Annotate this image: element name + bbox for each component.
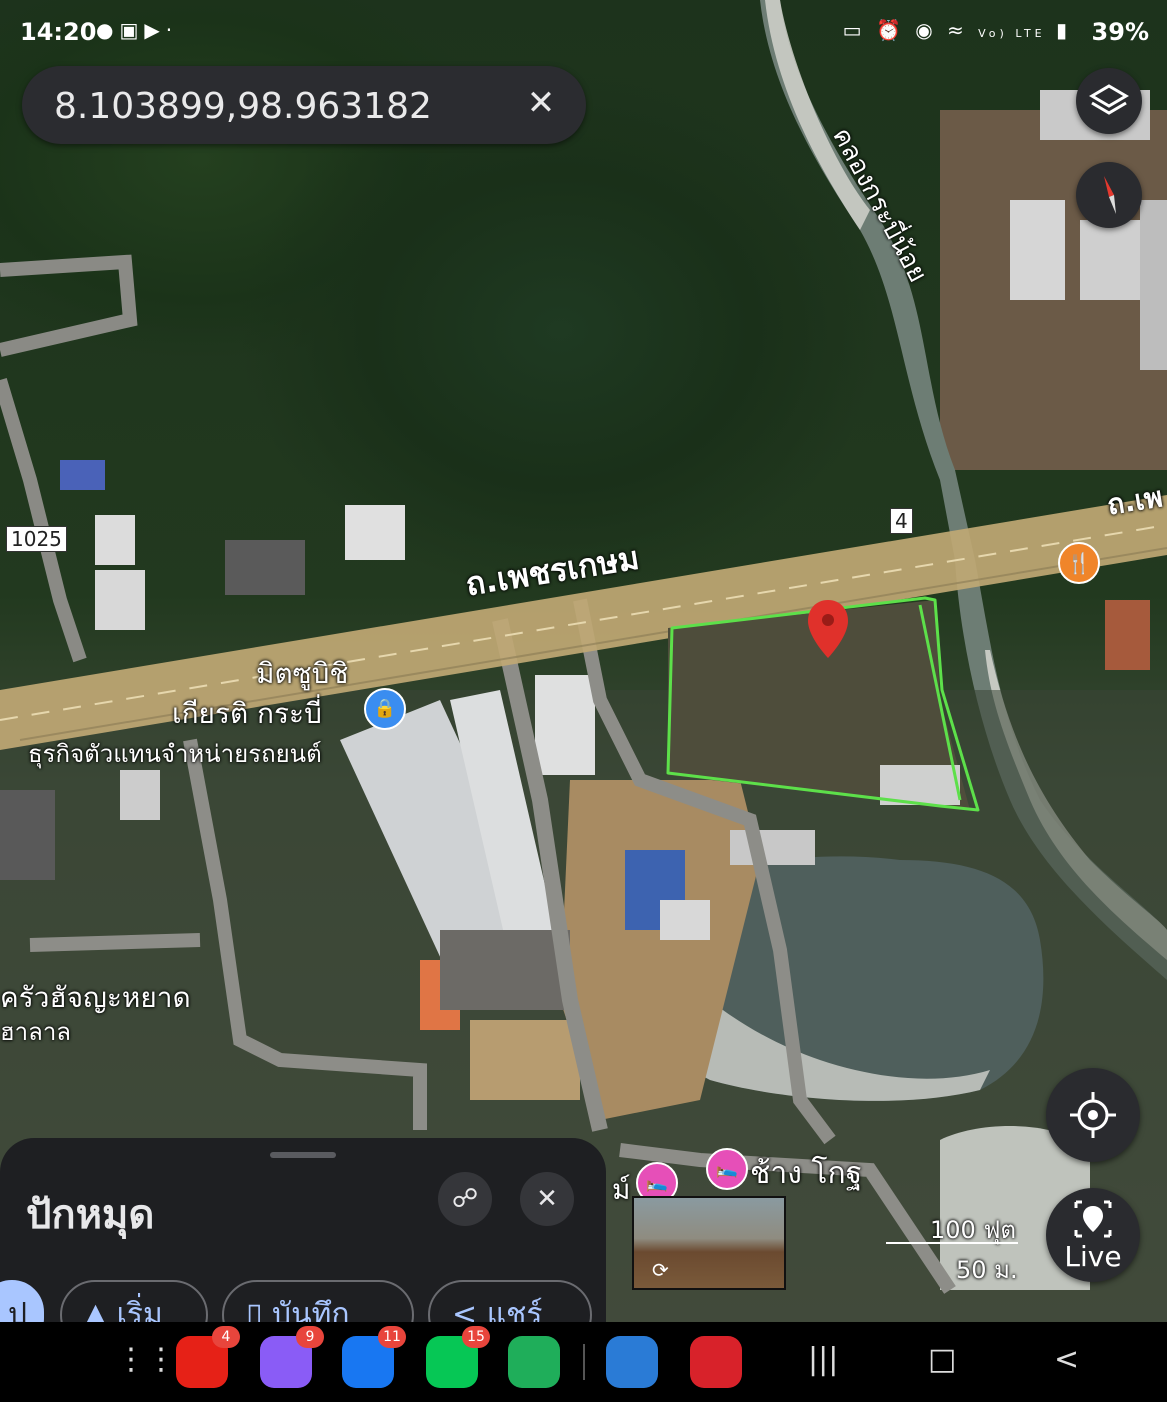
line-badge: 15 xyxy=(462,1326,490,1348)
building xyxy=(535,675,595,775)
road-label-phetkasem-right: ถ.เพ xyxy=(1104,480,1165,522)
building xyxy=(120,770,160,820)
signal-icon: ▮ xyxy=(1055,18,1071,42)
hotel-name-partial[interactable]: ม์ xyxy=(612,1168,630,1212)
close-sheet-button[interactable]: ✕ xyxy=(520,1172,574,1226)
street-view-thumbnail[interactable]: ⟳ xyxy=(632,1196,786,1290)
building xyxy=(95,515,135,565)
share-icon: < xyxy=(452,1297,487,1322)
local-road xyxy=(0,377,87,663)
local-road xyxy=(29,933,201,952)
share-label: แชร์ xyxy=(486,1297,543,1322)
crosshair-icon xyxy=(1070,1092,1116,1138)
notification-icons: ●▣▶· xyxy=(96,18,178,42)
building xyxy=(660,900,710,940)
map-scale: 100 ฟุต 50 ม. xyxy=(886,1210,1026,1284)
cloud-app-icon[interactable] xyxy=(690,1336,742,1388)
restaurant-icon[interactable]: 🍴 xyxy=(1058,542,1100,584)
parking xyxy=(440,930,570,1010)
youtube-icon: ▶ xyxy=(144,18,166,42)
dealer-name-line-1[interactable]: มิตซูบิชิ xyxy=(256,652,348,696)
building xyxy=(730,830,815,865)
building xyxy=(225,540,305,595)
back-icon[interactable]: < xyxy=(1054,1342,1079,1377)
weather-app-icon[interactable] xyxy=(606,1336,658,1388)
system-icons: ▭ ⏰ ◉ ≈ Vo) LTE ▮ xyxy=(843,18,1071,42)
share-chip[interactable]: < แชร์ xyxy=(428,1280,592,1322)
layers-icon xyxy=(1089,84,1129,115)
navigation-arrow-icon: ▲ xyxy=(84,1297,117,1322)
directions-chip[interactable]: ป xyxy=(0,1280,44,1322)
building xyxy=(345,505,405,560)
status-bar: 14:20 ●▣▶· ▭ ⏰ ◉ ≈ Vo) LTE ▮ 39% xyxy=(0,0,1167,64)
compass-icon xyxy=(1104,176,1116,214)
gallery-icon: ▣ xyxy=(119,18,145,42)
dirt-yard xyxy=(470,1020,580,1100)
live-pin-icon xyxy=(1074,1200,1112,1238)
start-chip[interactable]: ▲ เริ่ม xyxy=(60,1280,208,1322)
system-navigation-bar: ⋮⋮⋮ 4 9 11 15 ||| □ < xyxy=(0,1322,1167,1402)
building xyxy=(1140,200,1167,370)
youtube-badge: 4 xyxy=(212,1326,240,1348)
map-graphics xyxy=(0,0,1167,1322)
battery-level: 39% xyxy=(1091,18,1149,46)
volte-label: Vo) LTE xyxy=(978,27,1046,40)
route-shield-4: 4 xyxy=(890,508,913,534)
building xyxy=(1080,220,1140,300)
start-label: เริ่ม xyxy=(116,1297,163,1322)
layers-button[interactable] xyxy=(1076,68,1142,134)
share-icon-button[interactable]: ☍ xyxy=(438,1172,492,1226)
alarm-icon: ⏰ xyxy=(875,18,905,42)
battery-saver-icon: ▭ xyxy=(842,18,866,42)
scale-meters: 50 ม. xyxy=(956,1256,1018,1284)
search-query[interactable]: 8.103899,98.963182 xyxy=(54,86,432,127)
facebook-app-icon[interactable]: 11 xyxy=(342,1326,406,1388)
building xyxy=(95,570,145,630)
building-red xyxy=(1105,600,1150,670)
pin-marker[interactable] xyxy=(806,598,850,660)
route-shield-1025: 1025 xyxy=(6,526,67,552)
sheet-title: ปักหมุด xyxy=(26,1192,155,1238)
live-label: Live xyxy=(1064,1240,1122,1273)
location-icon: ◉ xyxy=(915,18,937,42)
drag-handle[interactable] xyxy=(270,1152,336,1158)
place-bottom-sheet[interactable]: ปักหมุด ☍ ✕ ป ▲ เริ่ม ▯ บันทึก < แชร์ xyxy=(0,1138,606,1322)
wifi-icon: ≈ xyxy=(947,18,968,42)
building xyxy=(1010,200,1065,300)
dot-icon: · xyxy=(165,18,179,42)
building xyxy=(0,790,55,880)
facebook-badge: 11 xyxy=(378,1326,406,1348)
clock: 14:20 xyxy=(20,18,97,46)
hotel-bed-icon[interactable]: 🛌 xyxy=(706,1148,748,1190)
rotate-360-icon: ⟳ xyxy=(652,1258,669,1282)
restaurant-subtitle: ฮาลาล xyxy=(0,1018,72,1046)
messenger-icon: ● xyxy=(96,18,120,42)
save-chip[interactable]: ▯ บันทึก xyxy=(222,1280,414,1322)
save-label: บันทึก xyxy=(272,1297,350,1322)
my-location-button[interactable] xyxy=(1046,1068,1140,1162)
shopping-bag-icon[interactable]: 🔒 xyxy=(364,688,406,730)
pin-icon xyxy=(808,600,848,658)
search-bar[interactable]: 8.103899,98.963182 ✕ xyxy=(22,66,586,144)
messenger-badge: 9 xyxy=(296,1326,324,1348)
close-icon[interactable]: ✕ xyxy=(518,80,564,126)
bookmark-icon: ▯ xyxy=(246,1297,273,1322)
building-blue xyxy=(60,460,105,490)
satellite-map[interactable]: 🔒 🍴 🛌 🛌 1025 4 คลองกระบี่น้อย ถ.เพชรเกษม… xyxy=(0,0,1167,1322)
live-view-button[interactable]: Live xyxy=(1046,1188,1140,1282)
dealer-name-line-2[interactable]: เกียรติ กระบี่ xyxy=(172,692,322,736)
hotel-name[interactable]: ช้าง โกฐ xyxy=(750,1150,862,1197)
compass-button[interactable] xyxy=(1076,162,1142,228)
recents-icon[interactable]: ||| xyxy=(808,1342,838,1377)
messenger-app-icon[interactable]: 9 xyxy=(260,1326,324,1388)
call-app-icon[interactable] xyxy=(508,1336,560,1388)
scale-bar xyxy=(886,1242,1018,1244)
local-road xyxy=(0,254,138,357)
youtube-app-icon[interactable]: 4 xyxy=(176,1326,240,1388)
line-app-icon[interactable]: 15 xyxy=(426,1326,490,1388)
home-icon[interactable]: □ xyxy=(928,1342,956,1377)
dock-divider xyxy=(583,1344,585,1380)
dealer-category: ธุรกิจตัวแทนจำหน่ายรถยนต์ xyxy=(28,740,322,768)
